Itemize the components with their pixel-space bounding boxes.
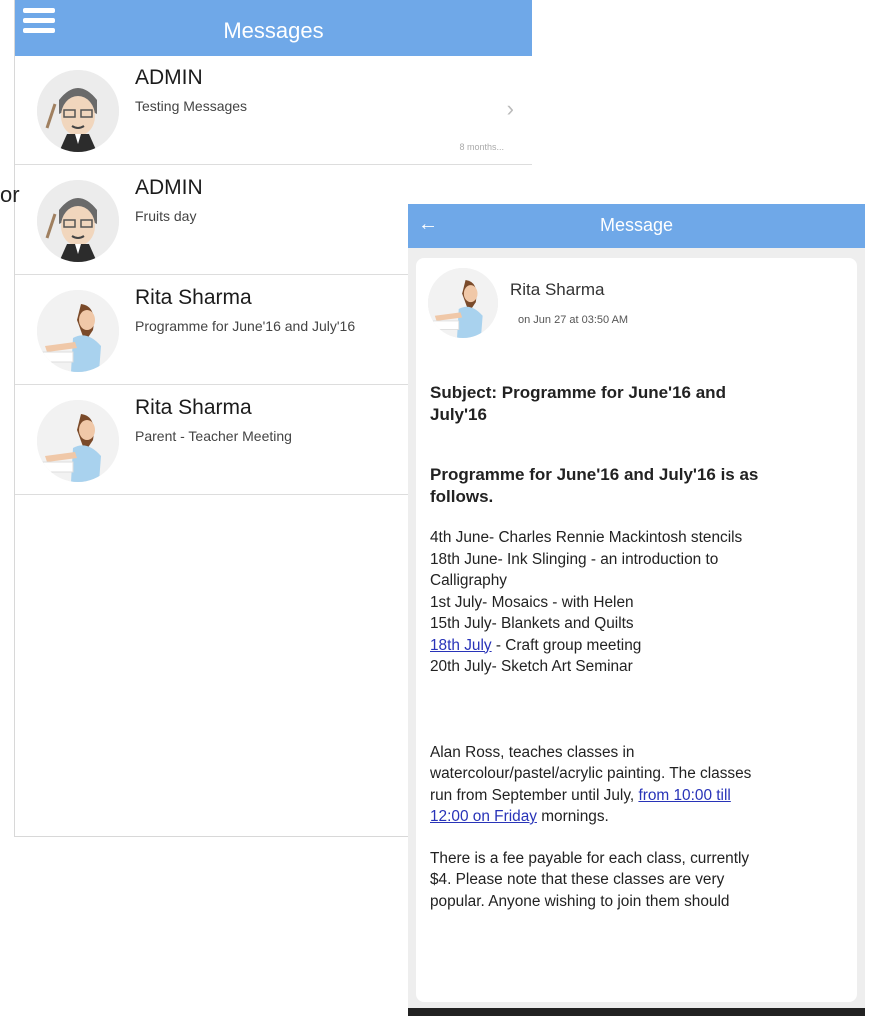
message-body: Subject: Programme for June'16 and July'…	[430, 382, 848, 912]
message-header: ← Message	[408, 204, 865, 248]
detail-title: Message	[599, 215, 674, 235]
bottom-bar	[408, 1008, 865, 1016]
teacher-avatar	[428, 268, 498, 338]
teacher-avatar	[37, 400, 119, 482]
programme-list: 4th June- Charles Rennie Mackintosh sten…	[430, 527, 848, 678]
message-row[interactable]: ADMIN Testing Messages 8 months... ›	[15, 56, 532, 165]
message-preview: Testing Messages	[135, 98, 248, 114]
message-time: 8 months...	[459, 142, 504, 152]
time-link[interactable]: from 10:00 till	[638, 787, 730, 804]
sender-name: Rita Sharma	[135, 396, 252, 419]
message-preview: Parent - Teacher Meeting	[135, 428, 292, 444]
programme-heading: Programme for June'16 and July'16 is as …	[430, 465, 759, 506]
admin-avatar	[37, 70, 119, 152]
edge-fragment-text: or	[0, 182, 20, 207]
list-item: 4th June- Charles Rennie Mackintosh sten…	[430, 529, 743, 546]
sender-name: ADMIN	[135, 176, 203, 199]
admin-avatar	[37, 180, 119, 262]
classes-paragraph: Alan Ross, teaches classes in watercolou…	[430, 743, 752, 826]
message-detail-screen: ← Message Rita Sharma on Jun 27 at 03:50…	[408, 204, 865, 1016]
sender-name: Rita Sharma	[510, 280, 605, 299]
list-item: 18th June- Ink Slinging - an introductio…	[430, 550, 719, 568]
fee-paragraph: There is a fee payable for each class, c…	[430, 849, 750, 910]
message-card: Rita Sharma on Jun 27 at 03:50 AM Subjec…	[416, 258, 857, 1002]
sender-name: ADMIN	[135, 66, 203, 89]
sent-time: on Jun 27 at 03:50 AM	[518, 314, 629, 326]
subject-line: Subject: Programme for June'16 and July'…	[430, 383, 726, 424]
date-link[interactable]: 18th July	[430, 637, 492, 654]
sender-name: Rita Sharma	[135, 286, 252, 309]
messages-header: Messages	[15, 0, 532, 56]
list-item: - Craft group meeting	[491, 636, 642, 654]
list-item: 20th July- Sketch Art Seminar	[430, 658, 633, 675]
list-item: Calligraphy	[430, 572, 507, 589]
teacher-avatar	[37, 290, 119, 372]
time-link[interactable]: 12:00 on Friday	[430, 808, 537, 825]
list-item: 1st July- Mosaics - with Helen	[430, 593, 634, 611]
page-title: Messages	[223, 18, 324, 43]
message-preview: Programme for June'16 and July'16	[135, 318, 356, 334]
message-preview: Fruits day	[135, 208, 197, 224]
list-item: 15th July- Blankets and Quilts	[430, 615, 634, 632]
chevron-right-icon: ›	[506, 96, 514, 121]
